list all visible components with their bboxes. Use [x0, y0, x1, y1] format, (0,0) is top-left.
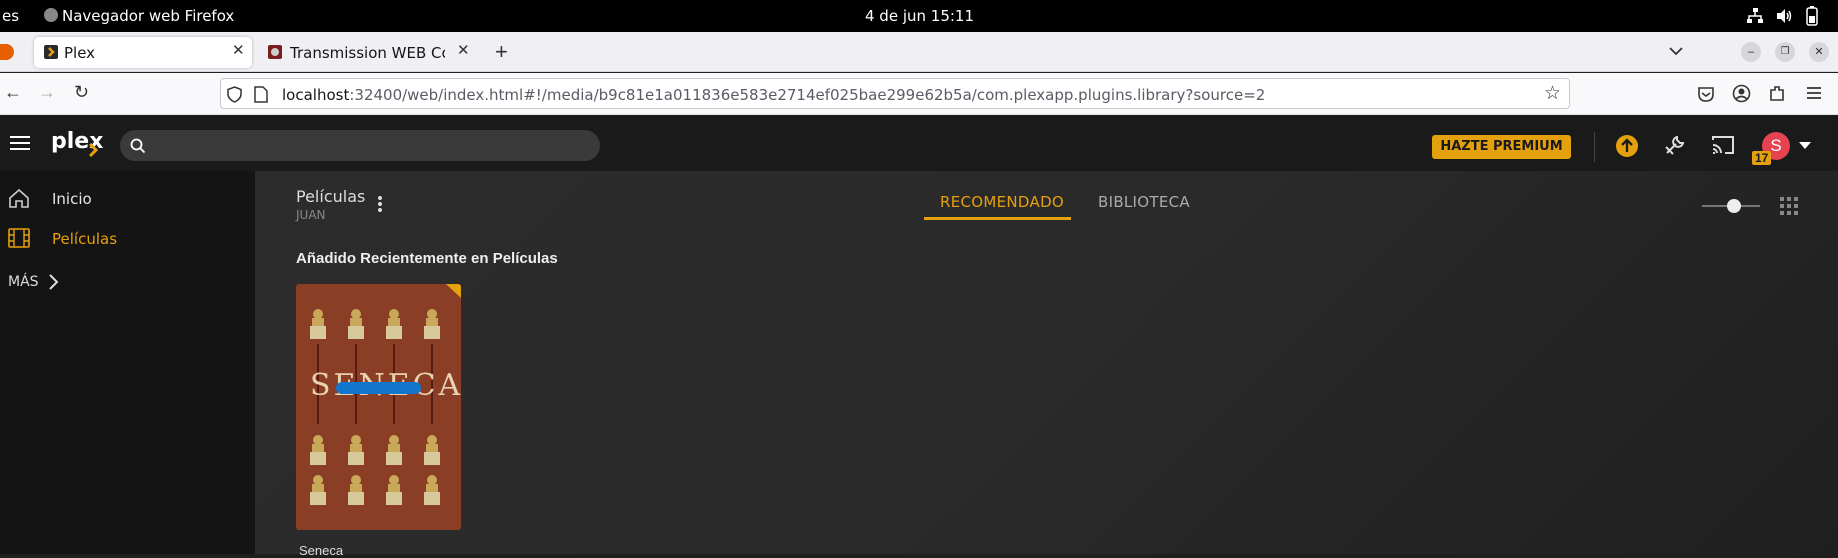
- sidebar-item-home[interactable]: Inicio: [0, 181, 255, 217]
- plex-favicon-icon: [44, 45, 58, 59]
- close-window-icon[interactable]: ✕: [1809, 42, 1829, 62]
- url-path: :32400/web/index.html#!/media/b9c81e1a01…: [349, 86, 1266, 104]
- reload-icon[interactable]: ↻: [74, 82, 89, 103]
- film-icon: [8, 228, 30, 248]
- volume-icon[interactable]: [1775, 7, 1793, 25]
- movie-title[interactable]: Seneca: [299, 543, 343, 558]
- firefox-view-icon[interactable]: [0, 44, 14, 60]
- user-menu-caret-icon[interactable]: [1799, 142, 1811, 150]
- account-icon[interactable]: [1732, 84, 1751, 103]
- divider: [1594, 132, 1595, 162]
- main-content: Películas JUAN RECOMENDADO BIBLIOTECA Añ…: [255, 171, 1838, 558]
- extensions-icon[interactable]: [1768, 84, 1786, 103]
- system-top-bar: es Navegador web Firefox 4 de jun 15:11: [0, 0, 1838, 32]
- plex-logo-chevron-icon: [89, 143, 99, 157]
- redaction-mark: [336, 382, 421, 394]
- url-text: localhost:32400/web/index.html#!/media/b…: [282, 86, 1265, 104]
- list-all-tabs-icon[interactable]: [1668, 45, 1684, 57]
- movie-poster[interactable]: SENECA: [296, 284, 461, 530]
- app-menu-label[interactable]: Navegador web Firefox: [62, 7, 234, 25]
- firefox-app-icon: [44, 8, 58, 22]
- active-tab-underline: [924, 217, 1071, 220]
- sidebar-more[interactable]: MÁS: [0, 265, 255, 301]
- tab-transmission[interactable]: Transmission WEB Control ✕: [262, 37, 472, 68]
- slider-handle[interactable]: [1727, 199, 1741, 213]
- more-options-icon[interactable]: [377, 195, 383, 215]
- activity-upload-icon[interactable]: [1615, 134, 1639, 158]
- section-title[interactable]: Añadido Recientemente en Películas: [296, 250, 558, 267]
- menu-hamburger-icon[interactable]: [1806, 85, 1822, 101]
- clock[interactable]: 4 de jun 15:11: [865, 7, 974, 25]
- new-tab-button[interactable]: +: [495, 39, 508, 65]
- notification-badge: 17: [1752, 151, 1772, 165]
- library-owner: JUAN: [296, 208, 326, 222]
- browser-nav-bar: ← → ↻ localhost:32400/web/index.html#!/m…: [0, 73, 1838, 115]
- grid-view-icon[interactable]: [1780, 197, 1798, 215]
- shield-icon[interactable]: [227, 86, 242, 103]
- forward-arrow-icon[interactable]: →: [38, 82, 56, 103]
- restore-icon[interactable]: ❐: [1775, 42, 1795, 62]
- transmission-favicon-icon: [268, 45, 282, 59]
- back-arrow-icon[interactable]: ←: [4, 82, 22, 103]
- tab-label: BIBLIOTECA: [1098, 193, 1190, 211]
- tab-recommended[interactable]: RECOMENDADO: [940, 193, 1064, 211]
- tab-plex[interactable]: Plex ✕: [34, 37, 252, 68]
- search-input[interactable]: [120, 130, 600, 161]
- badge-count: 17: [1755, 151, 1769, 165]
- close-tab-icon[interactable]: ✕: [232, 41, 245, 59]
- sidebar-toggle-icon[interactable]: [10, 135, 30, 151]
- library-title[interactable]: Películas: [296, 187, 365, 206]
- battery-icon[interactable]: [1805, 5, 1819, 27]
- minimize-icon[interactable]: –: [1741, 42, 1761, 62]
- activities-button[interactable]: es: [2, 7, 19, 25]
- url-bar[interactable]: localhost:32400/web/index.html#!/media/b…: [220, 78, 1570, 109]
- tab-label: Plex: [64, 44, 96, 62]
- poster-artwork: [310, 284, 461, 505]
- search-icon: [130, 138, 146, 154]
- settings-wrench-icon[interactable]: [1663, 133, 1687, 157]
- tab-label: RECOMENDADO: [940, 193, 1065, 211]
- sidebar: Inicio Películas MÁS: [0, 171, 255, 554]
- sidebar-item-movies[interactable]: Películas: [0, 221, 255, 257]
- go-premium-button[interactable]: HAZTE PREMIUM: [1432, 135, 1571, 159]
- pocket-icon[interactable]: [1697, 85, 1715, 103]
- bookmark-star-icon[interactable]: ☆: [1544, 82, 1561, 105]
- avatar-initial: S: [1770, 136, 1782, 155]
- chevron-right-icon: [49, 274, 59, 290]
- home-icon: [9, 188, 29, 208]
- page-icon[interactable]: [254, 86, 268, 103]
- url-host: localhost: [282, 86, 350, 104]
- sidebar-item-label: Inicio: [52, 190, 92, 208]
- sidebar-item-label: Películas: [52, 230, 118, 248]
- cast-icon[interactable]: [1711, 134, 1735, 156]
- tab-library[interactable]: BIBLIOTECA: [1098, 193, 1190, 211]
- tab-label: Transmission WEB Control: [290, 44, 445, 62]
- plex-header: plex HAZTE PREMIUM S 17: [0, 116, 1838, 171]
- close-tab-icon[interactable]: ✕: [457, 41, 470, 59]
- browser-tab-strip: Plex ✕ Transmission WEB Control ✕ + – ❐ …: [0, 32, 1838, 72]
- network-icon[interactable]: [1746, 7, 1764, 25]
- more-label: MÁS: [8, 274, 39, 290]
